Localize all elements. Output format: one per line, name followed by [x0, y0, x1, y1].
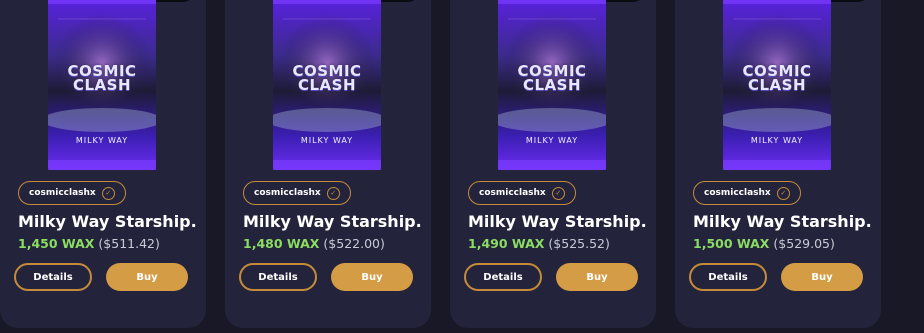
- pack-subtitle: MILKY WAY: [750, 136, 804, 145]
- pack-subtitle: MILKY WAY: [75, 136, 129, 145]
- nft-card[interactable]: #1001 COSMICCLASH MILKY WAY cosmicclashx…: [675, 0, 881, 328]
- price: 1,500 WAX ($529.05): [693, 236, 835, 251]
- pack-title: COSMIC CLASH: [742, 62, 812, 94]
- price-wax: 1,490 WAX: [468, 236, 545, 251]
- card-title[interactable]: Milky Way Starship...: [18, 212, 198, 231]
- buy-button[interactable]: Buy: [331, 263, 413, 291]
- check-circle-icon: ✓: [776, 186, 790, 200]
- price-wax: 1,500 WAX: [693, 236, 770, 251]
- collection-badge[interactable]: cosmicclashx ✓: [693, 181, 801, 205]
- nft-card[interactable]: #939 COSMICCLASH MILKY WAY cosmicclashx …: [225, 0, 431, 328]
- pack-image[interactable]: COSMIC CLASH MILKY WAY: [498, 0, 606, 170]
- price-usd: ($522.00): [323, 236, 385, 251]
- card-title[interactable]: Milky Way Starship...: [468, 212, 648, 231]
- details-button[interactable]: Details: [239, 263, 317, 291]
- listing-grid: #908: [0, 0, 924, 333]
- card-title[interactable]: Milky Way Starship...: [693, 212, 873, 231]
- price: 1,450 WAX ($511.42): [18, 236, 160, 251]
- collection-name: cosmicclashx: [479, 188, 546, 198]
- pack-title: COSMIC CLASH: [292, 62, 362, 94]
- details-button[interactable]: Details: [689, 263, 767, 291]
- collection-badge[interactable]: cosmicclashx ✓: [468, 181, 576, 205]
- pack-title: COSMIC CLASH: [67, 62, 137, 94]
- price-wax: 1,450 WAX: [18, 236, 95, 251]
- check-circle-icon: ✓: [551, 186, 565, 200]
- check-circle-icon: ✓: [326, 186, 340, 200]
- pack-image[interactable]: COSMIC CLASH MILKY WAY: [273, 0, 381, 170]
- card-title[interactable]: Milky Way Starship...: [243, 212, 423, 231]
- collection-badge[interactable]: cosmicclashx ✓: [18, 181, 126, 205]
- collection-name: cosmicclashx: [254, 188, 321, 198]
- price: 1,480 WAX ($522.00): [243, 236, 385, 251]
- pack-image[interactable]: COSMIC CLASH MILKY WAY: [723, 0, 831, 170]
- collection-badge[interactable]: cosmicclashx ✓: [243, 181, 351, 205]
- details-button[interactable]: Details: [14, 263, 92, 291]
- nft-card[interactable]: #521 COSMICCLASH MILKY WAY cosmicclashx …: [450, 0, 656, 328]
- price-usd: ($511.42): [98, 236, 160, 251]
- collection-name: cosmicclashx: [29, 188, 96, 198]
- check-circle-icon: ✓: [101, 186, 115, 200]
- nft-card[interactable]: #908: [0, 0, 206, 328]
- details-button[interactable]: Details: [464, 263, 542, 291]
- pack-subtitle: MILKY WAY: [525, 136, 579, 145]
- buy-button[interactable]: Buy: [781, 263, 863, 291]
- price-usd: ($529.05): [773, 236, 835, 251]
- price-wax: 1,480 WAX: [243, 236, 320, 251]
- pack-title: COSMIC CLASH: [517, 62, 587, 94]
- buy-button[interactable]: Buy: [106, 263, 188, 291]
- price-usd: ($525.52): [548, 236, 610, 251]
- buy-button[interactable]: Buy: [556, 263, 638, 291]
- pack-subtitle: MILKY WAY: [300, 136, 354, 145]
- pack-image[interactable]: COSMIC CLASH MILKY WAY: [48, 0, 156, 170]
- collection-name: cosmicclashx: [704, 188, 771, 198]
- price: 1,490 WAX ($525.52): [468, 236, 610, 251]
